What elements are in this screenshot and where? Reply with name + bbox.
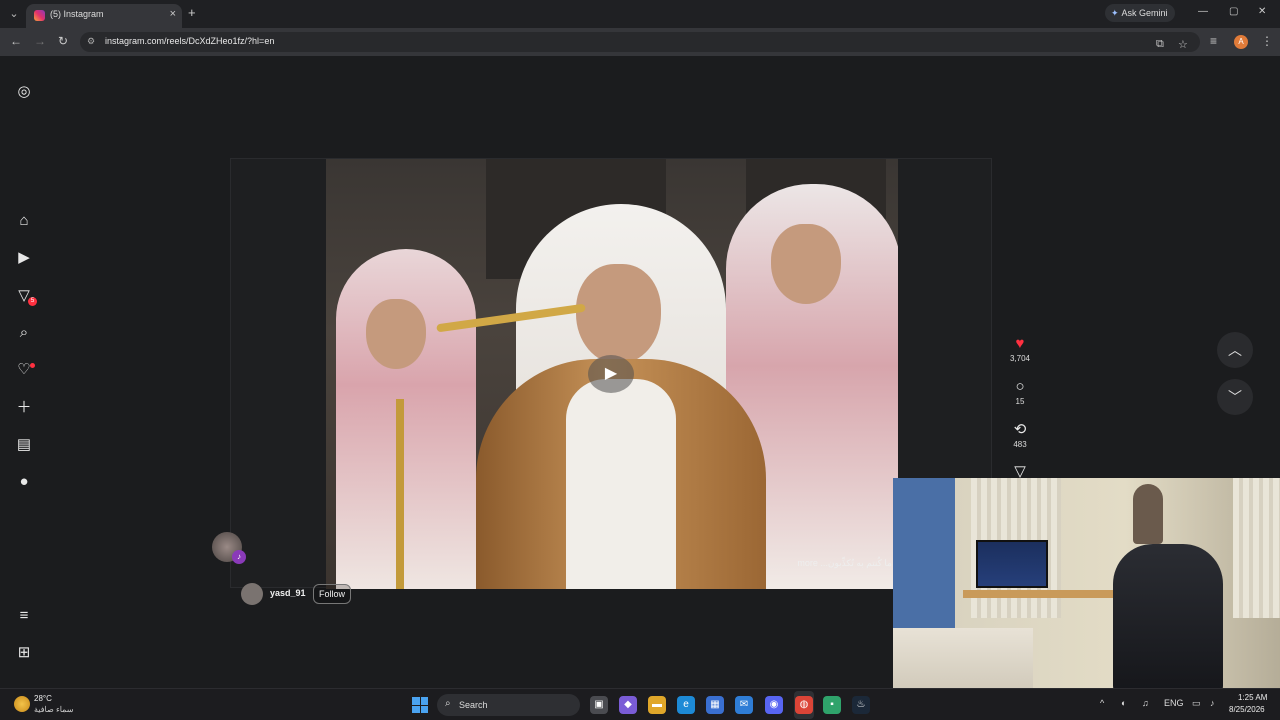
site-info-icon[interactable]: ⚙	[87, 36, 95, 47]
reel-caption[interactable]: more ...ما كُنتم به تُكذِّبون	[797, 558, 892, 569]
mail-icon[interactable]: ✉	[735, 696, 753, 714]
home-icon[interactable]: ⌂	[14, 211, 34, 231]
browser-toolbar: ← → ↻ ⚙ instagram.com/reels/DcXdZHeo1fz/…	[0, 28, 1280, 56]
also-from-meta-icon[interactable]: ⊞	[14, 643, 34, 663]
create-plus-icon[interactable]: ＋	[14, 398, 34, 418]
address-bar[interactable]: ⚙ instagram.com/reels/DcXdZHeo1fz/?hl=en…	[80, 32, 1200, 52]
minimize-button[interactable]: —	[1198, 6, 1208, 17]
search-icon: ⌕	[445, 698, 451, 709]
face-left	[366, 299, 426, 369]
webcam-bed	[893, 628, 1033, 696]
volume-icon[interactable]: ♪	[1210, 698, 1215, 708]
face-center	[576, 264, 661, 364]
browser-tab-bar: ⌄ (5) Instagram × + ✦ Ask Gemini — ▢ ✕	[0, 0, 1280, 28]
ask-gemini-button[interactable]: ✦ Ask Gemini	[1105, 4, 1175, 22]
url-text[interactable]: instagram.com/reels/DcXdZHeo1fz/?hl=en	[105, 36, 274, 46]
tab-list-button[interactable]: ⌄	[6, 6, 22, 22]
windows-start-icon[interactable]	[412, 697, 428, 713]
steam-icon[interactable]: ♨	[852, 696, 870, 714]
weather-description[interactable]: سماء صافية	[34, 705, 74, 714]
username[interactable]: yasd_91	[270, 588, 306, 598]
tab-instagram[interactable]: (5) Instagram ×	[26, 4, 182, 28]
taskbar-search[interactable]: ⌕ Search	[437, 694, 580, 716]
sparkle-icon: ✦	[1111, 8, 1119, 18]
clock-date[interactable]: 8/25/2026	[1229, 705, 1265, 714]
user-avatar[interactable]	[241, 583, 263, 605]
next-reel-chevron-down-icon[interactable]: ﹀	[1217, 379, 1253, 415]
repost-action[interactable]: ⟲ 483	[1008, 420, 1032, 449]
comment-icon[interactable]: ○	[1008, 378, 1032, 395]
store-icon[interactable]: ▦	[706, 696, 724, 714]
discord-icon[interactable]: ◉	[765, 696, 783, 714]
chrome-icon[interactable]: ◍	[795, 696, 813, 714]
menu-kebab-icon[interactable]: ⋮	[1261, 34, 1273, 48]
webcam-curtain	[1233, 478, 1280, 618]
instagram-favicon-icon	[34, 10, 45, 21]
microphone-icon[interactable]: ♫	[1142, 698, 1149, 708]
follow-button[interactable]: Follow	[313, 584, 351, 604]
bookmark-star-icon[interactable]: ☆	[1178, 38, 1188, 51]
new-tab-button[interactable]: +	[188, 5, 196, 20]
screen: ⌄ (5) Instagram × + ✦ Ask Gemini — ▢ ✕ ← …	[0, 0, 1280, 720]
copilot-icon[interactable]: ◆	[619, 696, 637, 714]
edge-browser-icon[interactable]: e	[677, 696, 695, 714]
tab-search-icon[interactable]: ≡	[1210, 34, 1217, 48]
close-window-button[interactable]: ✕	[1258, 6, 1266, 17]
search-icon[interactable]: ⌕	[14, 323, 34, 343]
language-indicator[interactable]: ENG	[1164, 698, 1184, 708]
tray-app-icon[interactable]: ◐	[1121, 698, 1126, 708]
profile-avatar[interactable]: A	[1234, 35, 1248, 49]
close-tab-button[interactable]: ×	[170, 8, 176, 20]
reel-container: ▶ more ...ما كُنتم به تُكذِّبون	[230, 158, 992, 589]
task-view-icon[interactable]: ▣	[590, 696, 608, 714]
previous-reel-chevron-up-icon[interactable]: ︿	[1217, 332, 1253, 368]
reload-icon[interactable]: ↻	[58, 34, 68, 48]
tab-title: (5) Instagram	[50, 9, 104, 19]
reel-video[interactable]: ▶ more ...ما كُنتم به تُكذِّبون	[326, 159, 898, 589]
install-app-icon[interactable]: ⧉	[1156, 38, 1164, 51]
windows-taskbar: 28°C سماء صافية ⌕ Search ▣ ◆ ▬ e ▦ ✉ ◉ ◍…	[0, 688, 1280, 720]
instagram-logo-icon[interactable]: ◎	[14, 82, 34, 102]
audio-badge-icon: ♪	[232, 550, 246, 564]
reels-icon[interactable]: ▶	[14, 248, 34, 268]
face-right	[771, 224, 841, 304]
maximize-button[interactable]: ▢	[1229, 6, 1238, 17]
microphone-stand	[396, 399, 404, 589]
forward-arrow-icon[interactable]: →	[34, 34, 46, 48]
webcam-person	[1133, 484, 1163, 544]
robe-inner	[566, 379, 676, 589]
clock-time[interactable]: 1:25 AM	[1238, 693, 1267, 702]
search-label: Search	[459, 700, 488, 710]
show-hidden-icons-chevron-up-icon[interactable]: ^	[1100, 698, 1104, 708]
play-icon[interactable]: ▶	[588, 355, 634, 393]
network-icon[interactable]: ▭	[1192, 698, 1201, 709]
repost-count: 483	[1013, 440, 1027, 449]
repost-icon[interactable]: ⟲	[1008, 420, 1032, 438]
back-arrow-icon[interactable]: ←	[10, 34, 22, 48]
comment-count: 15	[1015, 397, 1025, 406]
ask-gemini-label: Ask Gemini	[1121, 8, 1168, 18]
weather-temperature[interactable]: 28°C	[34, 694, 52, 703]
webcam-desk	[963, 590, 1133, 598]
like-count: 3,704	[1009, 354, 1031, 363]
profile-icon[interactable]: ●	[14, 472, 34, 492]
file-explorer-icon[interactable]: ▬	[648, 696, 666, 714]
webcam-tv	[976, 540, 1048, 588]
heart-icon[interactable]: ♥	[1008, 335, 1032, 352]
messages-badge: 5	[28, 297, 37, 306]
dashboard-icon[interactable]: ▤	[14, 435, 34, 455]
comment-action[interactable]: ○ 15	[1008, 378, 1032, 406]
webcam-overlay	[893, 478, 1280, 696]
webcam-gaming-chair	[1113, 544, 1223, 696]
notifications-dot	[30, 363, 35, 368]
weather-moon-icon[interactable]	[14, 696, 30, 712]
app-icon[interactable]: ▪	[823, 696, 841, 714]
more-menu-icon[interactable]: ≡	[14, 606, 34, 626]
like-action[interactable]: ♥ 3,704	[1008, 335, 1032, 363]
